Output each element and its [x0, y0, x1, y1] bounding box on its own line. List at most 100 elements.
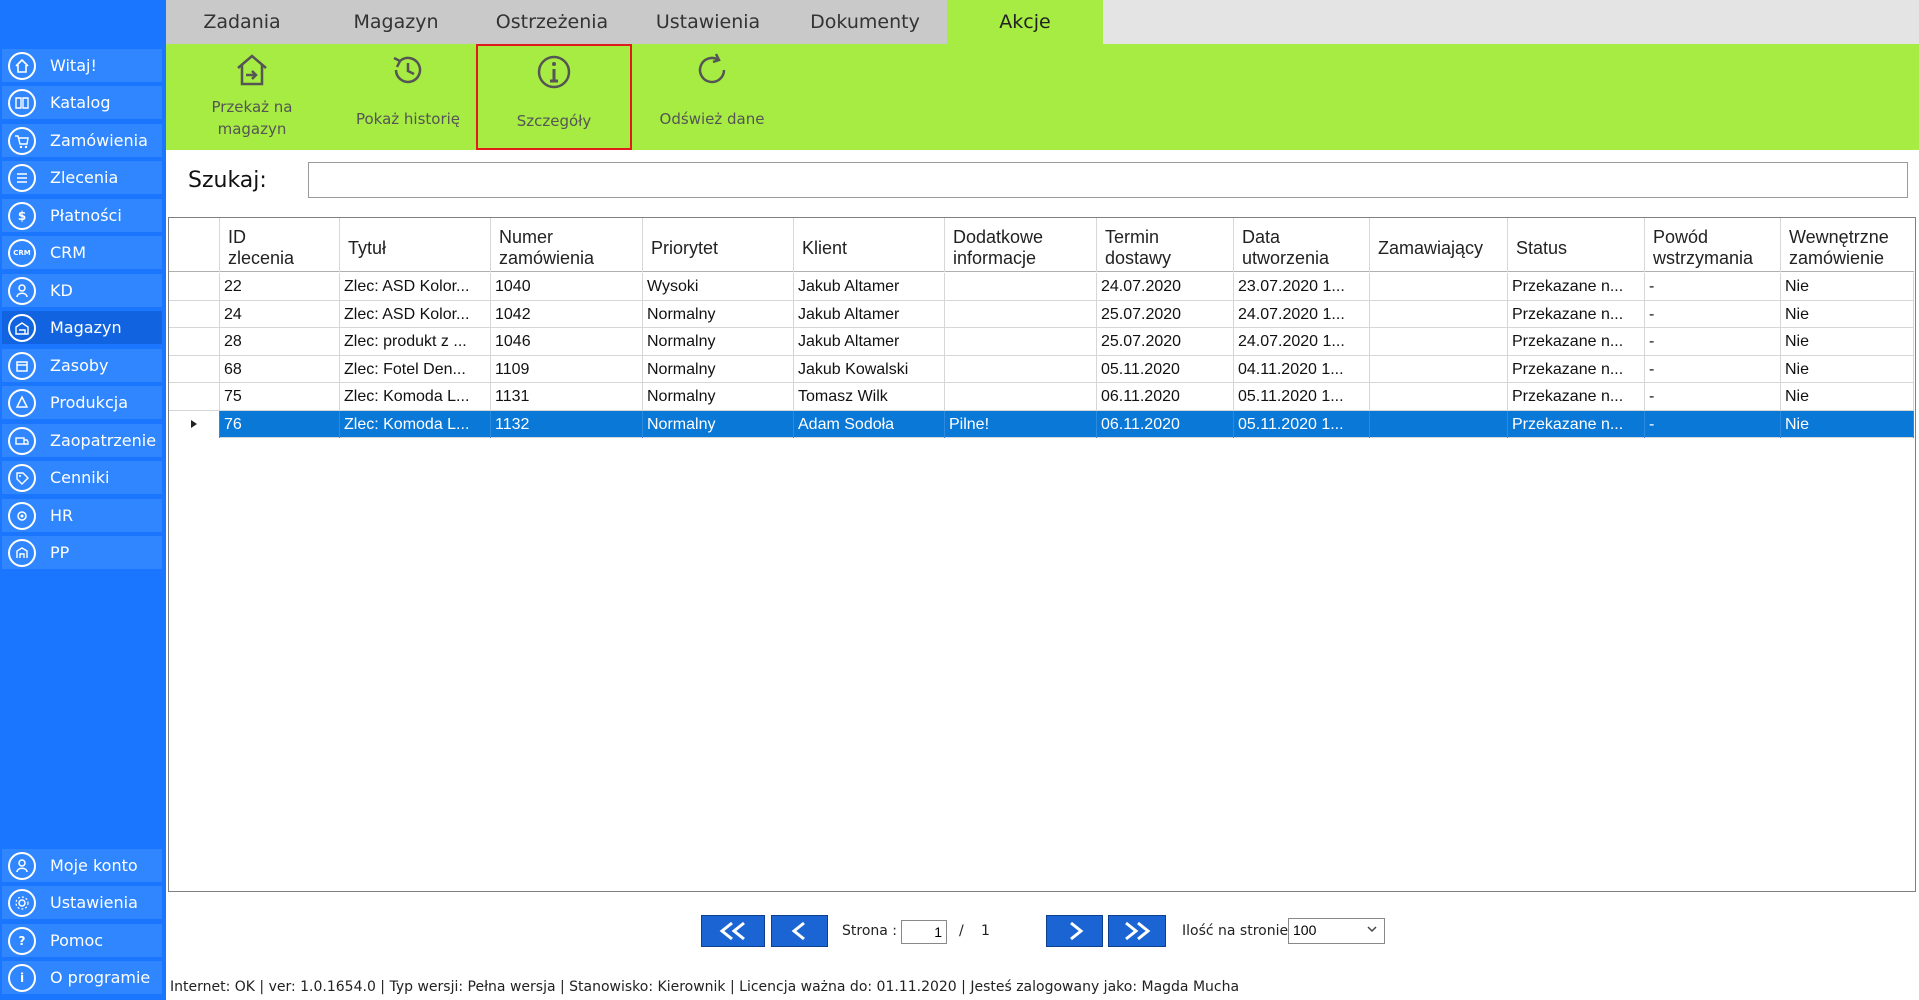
table-row[interactable]: 76 Zlec: Komoda L... 1132 Normalny Adam Sodo…: [169, 410, 1914, 438]
sidebar-item-moje-konto[interactable]: Moje konto: [2, 849, 162, 882]
table-cell: 05.11.2020 1...: [1234, 383, 1370, 410]
column-header[interactable]: Tytuł: [340, 218, 491, 272]
sidebar-item-platnosci[interactable]: $ Płatności: [2, 199, 162, 232]
table-cell: -: [1645, 355, 1781, 383]
column-header[interactable]: Wewnętrzne zamówienie: [1781, 218, 1914, 272]
column-header[interactable]: Data utworzenia: [1234, 218, 1370, 272]
sidebar-item-ustawienia[interactable]: Ustawienia: [2, 886, 162, 919]
table-row[interactable]: 24 Zlec: ASD Kolor... 1042 Normalny Jakub Al…: [169, 300, 1914, 328]
table-cell: 05.11.2020: [1097, 355, 1234, 383]
table-cell: Przekazane n...: [1508, 328, 1645, 355]
sidebar-item-label: Zlecenia: [50, 168, 119, 187]
warehouse-icon: [8, 313, 36, 342]
table-row[interactable]: 22 Zlec: ASD Kolor... 1040 Wysoki Jakub Alta…: [169, 273, 1914, 301]
hr-icon: [8, 501, 36, 530]
per-page-select[interactable]: 100: [1288, 918, 1385, 944]
page-label: Strona :: [842, 923, 898, 939]
tab-zadania[interactable]: Zadania: [166, 0, 318, 44]
next-page-button[interactable]: [1046, 915, 1103, 947]
table-cell: [1370, 273, 1508, 300]
search-input[interactable]: [308, 162, 1908, 198]
transfer-to-warehouse-button[interactable]: Przekaż na magazyn: [174, 44, 330, 150]
tab-dokumenty[interactable]: Dokumenty: [786, 0, 944, 44]
column-header[interactable]: Priorytet: [643, 218, 794, 272]
sidebar-item-pomoc[interactable]: ? Pomoc: [2, 924, 162, 957]
history-icon: [393, 56, 422, 84]
sidebar-item-label: Produkcja: [50, 393, 128, 412]
column-header[interactable]: Dodatkowe informacje: [945, 218, 1097, 272]
chevron-right-icon: [1069, 921, 1083, 941]
table-cell: Normalny: [643, 328, 794, 355]
sidebar: Witaj! Katalog Zamówienia Zlecenia $ Pła…: [0, 0, 166, 1000]
column-header[interactable]: Termin dostawy: [1097, 218, 1234, 272]
tab-ustawienia[interactable]: Ustawienia: [630, 0, 786, 44]
tab-label: Dokumenty: [810, 11, 920, 33]
help-icon: ?: [8, 926, 36, 955]
ribbon-label: Przekaż na magazyn: [211, 98, 293, 138]
table-cell: 1131: [491, 383, 643, 410]
last-page-button[interactable]: [1108, 915, 1166, 947]
table-cell: [1370, 328, 1508, 355]
tab-magazyn[interactable]: Magazyn: [318, 0, 474, 44]
column-header[interactable]: Powód wstrzymania: [1645, 218, 1781, 272]
page-number-input[interactable]: [901, 920, 947, 944]
row-header[interactable]: [169, 273, 220, 300]
sidebar-item-zamowienia[interactable]: Zamówienia: [2, 124, 162, 157]
ribbon-label: Odśwież dane: [659, 110, 765, 128]
column-header[interactable]: Status: [1508, 218, 1645, 272]
details-button[interactable]: Szczegóły: [476, 44, 632, 150]
sidebar-item-o-programie[interactable]: i O programie: [2, 961, 162, 994]
table-cell: 1040: [491, 273, 643, 300]
pp-icon: [8, 538, 36, 567]
sidebar-item-hr[interactable]: HR: [2, 499, 162, 532]
row-header[interactable]: [169, 300, 220, 328]
table-cell: 23.07.2020 1...: [1234, 273, 1370, 300]
sidebar-item-katalog[interactable]: Katalog: [2, 86, 162, 119]
table-row[interactable]: 75 Zlec: Komoda L... 1131 Normalny Tomasz Wi…: [169, 383, 1914, 411]
sidebar-item-produkcja[interactable]: Produkcja: [2, 386, 162, 419]
row-header[interactable]: [169, 410, 220, 438]
table-cell: Jakub Kowalski: [794, 355, 945, 383]
table-cell: Zlec: ASD Kolor...: [340, 300, 491, 328]
row-header[interactable]: [169, 355, 220, 383]
table-cell: Zlec: ASD Kolor...: [340, 273, 491, 300]
sidebar-item-witaj[interactable]: Witaj!: [2, 49, 162, 82]
column-header[interactable]: ID zlecenia: [220, 218, 340, 272]
table-cell: 1109: [491, 355, 643, 383]
column-header[interactable]: Klient: [794, 218, 945, 272]
table-cell: 24: [220, 300, 340, 328]
table-cell: -: [1645, 383, 1781, 410]
show-history-button[interactable]: Pokaż historię: [330, 44, 486, 150]
sidebar-item-magazyn[interactable]: Magazyn: [2, 311, 162, 344]
tab-ostrzezenia[interactable]: Ostrzeżenia: [474, 0, 630, 44]
sidebar-item-crm[interactable]: CRM CRM: [2, 236, 162, 269]
column-header[interactable]: Numer zamówienia: [491, 218, 643, 272]
table-cell: [945, 273, 1097, 300]
table-cell: 1046: [491, 328, 643, 355]
table-cell: [1370, 300, 1508, 328]
supply-icon: [8, 426, 36, 455]
sidebar-item-cenniki[interactable]: Cenniki: [2, 461, 162, 494]
tab-akcje[interactable]: Akcje: [947, 0, 1103, 44]
sidebar-item-zaopatrzenie[interactable]: Zaopatrzenie: [2, 424, 162, 457]
table-cell: Nie: [1781, 410, 1914, 438]
table-cell: Przekazane n...: [1508, 383, 1645, 410]
previous-page-button[interactable]: [771, 915, 828, 947]
row-header[interactable]: [169, 383, 220, 410]
refresh-data-button[interactable]: Odśwież dane: [634, 44, 790, 150]
sidebar-item-zlecenia[interactable]: Zlecenia: [2, 161, 162, 194]
table-cell: Jakub Altamer: [794, 300, 945, 328]
table-cell: 1132: [491, 410, 643, 438]
row-header[interactable]: [169, 328, 220, 355]
sidebar-item-pp[interactable]: PP: [2, 536, 162, 569]
sidebar-item-kd[interactable]: KD: [2, 274, 162, 307]
column-header[interactable]: Zamawiający: [1370, 218, 1508, 272]
tab-label: Ostrzeżenia: [495, 11, 609, 33]
table-row[interactable]: 68 Zlec: Fotel Den... 1109 Normalny Jakub Ko…: [169, 355, 1914, 383]
sidebar-item-zasoby[interactable]: Zasoby: [2, 349, 162, 382]
first-page-button[interactable]: [701, 915, 765, 947]
table-row[interactable]: 28 Zlec: produkt z ... 1046 Normalny Jakub A…: [169, 328, 1914, 356]
table-cell: Przekazane n...: [1508, 410, 1645, 438]
table-cell: [1370, 355, 1508, 383]
home-icon: [8, 51, 36, 80]
